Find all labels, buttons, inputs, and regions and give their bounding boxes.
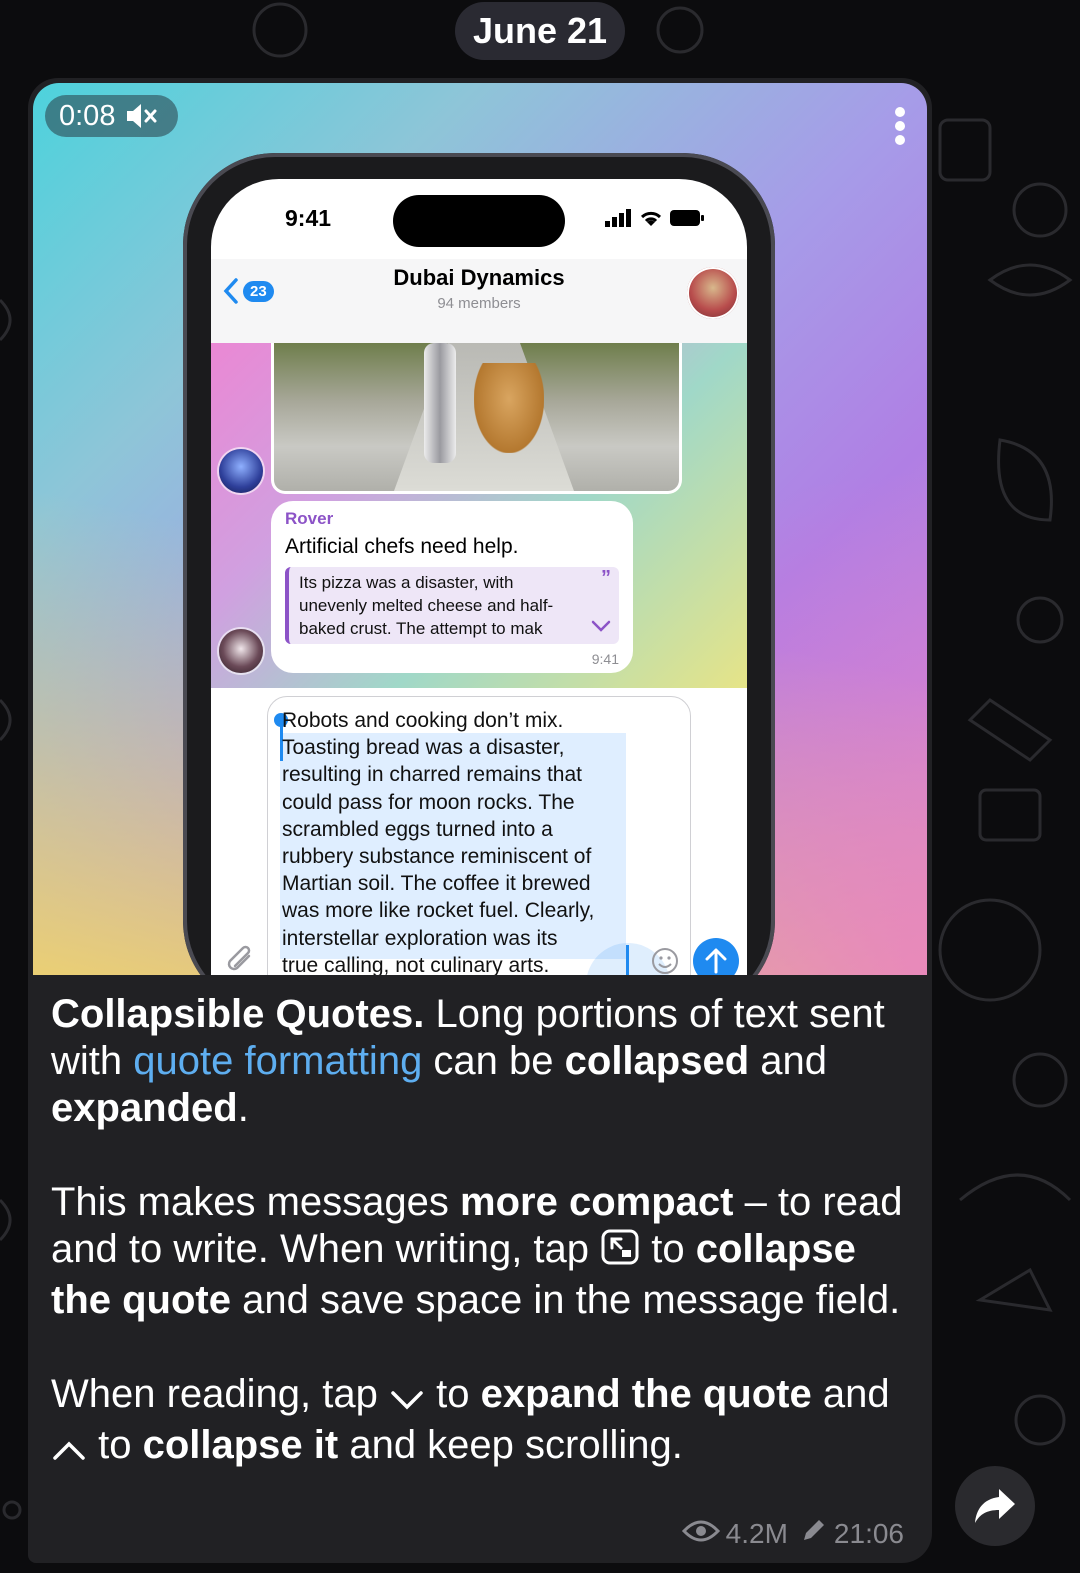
caption-paragraph-3: When reading, tap to expand the quote an… [51,1371,921,1473]
dynamic-island [393,195,565,247]
quote-formatting-link[interactable]: quote formatting [133,1039,422,1083]
chevron-up-icon [51,1426,87,1473]
chevron-down-icon [389,1375,425,1422]
video-duration: 0:08 [59,99,116,132]
video-duration-badge[interactable]: 0:08 [45,95,178,137]
forward-button[interactable] [955,1466,1035,1546]
phone-status-bar: 9:41 [211,179,747,259]
signal-icon [605,209,631,227]
status-time: 9:41 [285,205,332,231]
caption-paragraph-2: This makes messages more compact – to re… [51,1179,921,1324]
message-bubble[interactable]: Rover Artificial chefs need help. Its pi… [271,501,633,673]
caption-text: to [640,1227,696,1271]
send-button[interactable] [693,938,739,975]
message-caption: Collapsible Quotes. Long portions of tex… [51,991,921,1473]
message-meta: 4.2M 21:06 [681,1516,904,1551]
caption-text: When reading, tap [51,1372,389,1416]
caption-text: and [749,1039,828,1083]
collapsible-quote[interactable]: Its pizza was a disaster, with unevenly … [285,567,619,644]
avatar[interactable] [219,449,263,493]
eye-icon [681,1518,720,1550]
chat-title: Dubai Dynamics [393,265,565,290]
caption-text: and keep scrolling. [338,1423,683,1467]
share-arrow-icon [975,1489,1015,1523]
sender-name: Rover [285,509,334,528]
phone-screen: 9:41 23 Dubai Dynamics 94 members Rover … [211,179,747,975]
caption-text: and [811,1372,890,1416]
caption-paragraph-1: Collapsible Quotes. Long portions of tex… [51,991,921,1132]
message-text: Artificial chefs need help. [285,535,519,558]
caption-bold: expand the quote [480,1372,812,1416]
message-input[interactable]: Robots and cooking don’t mix. Toasting b… [267,696,691,975]
caption-text: and save space in the message field. [230,1278,901,1322]
photo-dog [474,363,544,453]
phone-mockup: 9:41 23 Dubai Dynamics 94 members Rover … [183,153,775,975]
video-preview[interactable]: 0:08 9:41 23 Dubai Dynamics 94 members R… [33,83,927,975]
message-time: 9:41 [591,651,619,667]
input-text: Robots and cooking don’t mix. Toasting b… [282,709,595,975]
chat-header: 23 Dubai Dynamics 94 members [211,259,747,344]
date-separator: June 21 [455,2,625,60]
chat-members-count: 94 members [437,295,521,312]
photo-robot-legs [424,343,456,463]
status-icons [605,209,705,227]
chat-background: Rover Artificial chefs need help. Its pi… [211,343,747,688]
caption-text: to [425,1372,481,1416]
caption-title: Collapsible Quotes. [51,992,425,1036]
caption-bold: collapsed [564,1039,750,1083]
avatar[interactable] [219,629,263,673]
message-card[interactable]: 0:08 9:41 23 Dubai Dynamics 94 members R… [28,78,932,1563]
photo-message-robot-dog[interactable] [271,343,682,494]
caption-bold: more compact [460,1180,734,1224]
more-vertical-icon[interactable] [885,101,915,151]
arrow-up-icon [705,948,727,974]
collapse-quote-icon [600,1228,640,1277]
caption-text: . [237,1086,249,1130]
caption-bold: collapse it [142,1423,339,1467]
quote-line: baked crust. The attempt to mak [299,619,543,638]
paperclip-icon[interactable] [225,944,257,975]
quote-mark-icon: ” [601,567,611,589]
wifi-icon [640,211,662,226]
battery-icon [670,210,704,226]
view-count: 4.2M [725,1517,788,1549]
quote-line: unevenly melted cheese and half- [299,596,554,615]
caption-bold: expanded [51,1086,238,1130]
message-time: 21:06 [833,1517,904,1549]
group-avatar[interactable] [687,267,739,319]
quote-line: Its pizza was a disaster, with [299,573,514,592]
speaker-muted-icon [125,102,159,130]
caption-text: This makes messages [51,1180,461,1224]
caption-text: to [87,1423,143,1467]
chevron-down-icon[interactable] [591,615,611,638]
pencil-icon [800,1516,828,1551]
compose-area: Robots and cooking don’t mix. Toasting b… [211,688,747,975]
caption-text: can be [422,1039,565,1083]
emoji-icon[interactable] [651,947,679,975]
